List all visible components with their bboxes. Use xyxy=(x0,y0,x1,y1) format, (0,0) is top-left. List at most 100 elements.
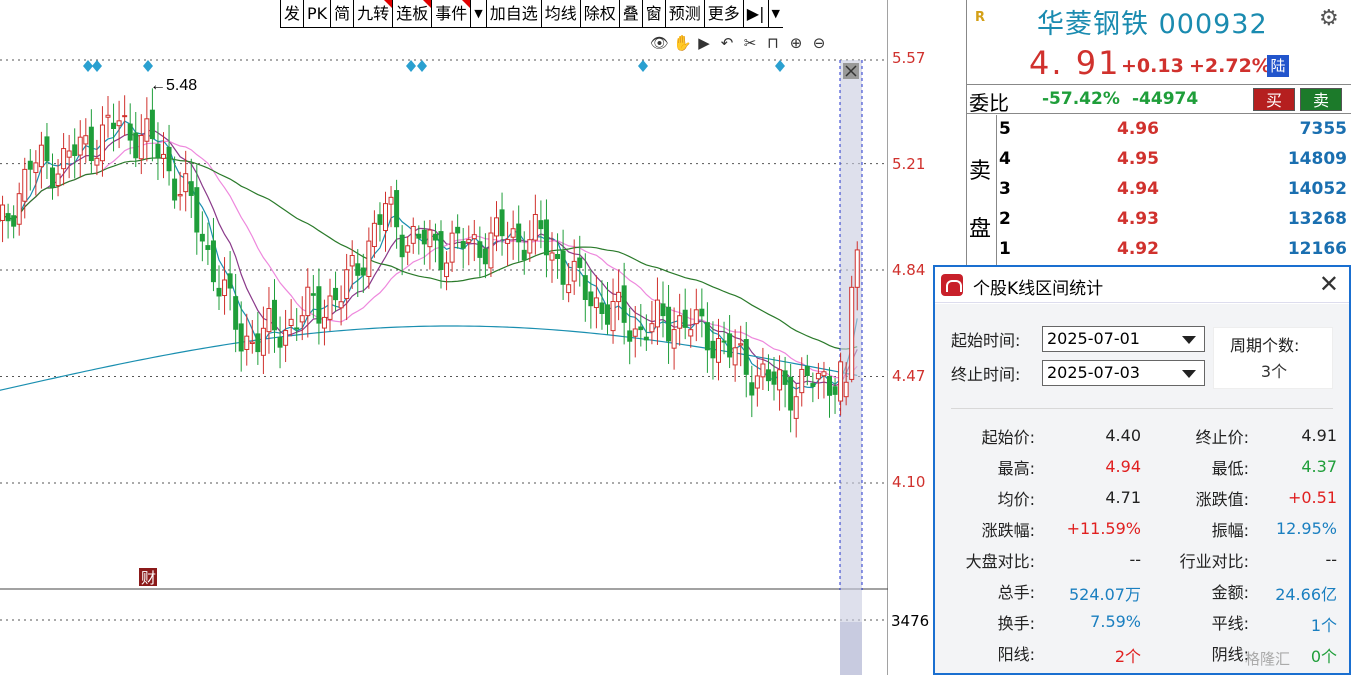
candle-body xyxy=(255,333,261,353)
event-diamond-marker xyxy=(143,60,153,72)
start-time-select[interactable]: 2025-07-01 xyxy=(1042,326,1205,352)
kline-svg[interactable]: ←5.48 财 xyxy=(0,0,888,675)
eye-icon[interactable]: 👁 xyxy=(650,33,669,53)
candle-body xyxy=(77,136,83,156)
event-diamond-marker xyxy=(406,60,416,72)
zoom-in-icon[interactable]: ⊕ xyxy=(788,33,804,53)
candle-body xyxy=(133,132,139,159)
gear-icon[interactable]: ⚙ xyxy=(1319,6,1339,31)
candle-body xyxy=(721,340,727,343)
candle-body xyxy=(33,162,39,174)
candle-body xyxy=(654,299,660,328)
candle-body xyxy=(688,329,694,337)
toolbar-button[interactable]: 连板 xyxy=(392,0,432,28)
close-icon[interactable]: ✕ xyxy=(1319,270,1339,298)
play-icon[interactable]: ▶ xyxy=(696,33,712,53)
ob-price: 4.95 xyxy=(1117,149,1159,169)
candle-body xyxy=(854,249,860,288)
stock-name: 华菱钢铁 000932 xyxy=(1037,9,1268,40)
candle-body xyxy=(94,157,100,166)
chevron-down-icon xyxy=(1182,336,1196,344)
candle-body xyxy=(555,253,561,260)
candle-body xyxy=(44,136,50,162)
toolbar-button[interactable]: 事件 xyxy=(431,0,471,28)
toolbar-button[interactable]: 九转 xyxy=(353,0,393,28)
candle-body xyxy=(183,173,189,193)
chart-toolbar: 发 PK 简九转 连板 事件 ▼ 加自选 均线 除权叠窗预测 更多 ▶| ▼ xyxy=(280,0,783,28)
kline-chart[interactable]: ←5.48 财 xyxy=(0,0,888,675)
candle-body xyxy=(238,323,244,352)
divider xyxy=(951,408,1333,409)
candle-body xyxy=(277,336,283,348)
candle-body xyxy=(366,240,372,277)
toolbar-button[interactable]: 预测 xyxy=(664,0,704,28)
buy-button[interactable]: 买 xyxy=(1253,88,1295,111)
scissors-icon[interactable]: ✂ xyxy=(742,33,758,53)
stat-value: +11.59% xyxy=(1066,519,1141,538)
toolbar-button[interactable]: 叠 xyxy=(618,0,642,28)
candle-body xyxy=(832,386,838,395)
candle-body xyxy=(22,168,28,202)
candle-body xyxy=(11,215,17,227)
candle-body xyxy=(166,146,172,172)
candle-body xyxy=(538,220,544,230)
stat-label: 最低: xyxy=(1211,459,1249,478)
candle-body xyxy=(227,273,233,289)
toolbar-button[interactable]: 更多 xyxy=(703,0,743,28)
candle-body xyxy=(338,301,344,309)
candle-body xyxy=(194,187,200,233)
undo-icon[interactable]: ↶ xyxy=(719,33,735,53)
toolbar-button[interactable]: 简 xyxy=(330,0,354,28)
dialog-body: 起始时间: 2025-07-01 终止时间: 2025-07-03 周期个数: … xyxy=(935,304,1349,673)
toolbar-button[interactable]: 加自选 xyxy=(485,0,541,28)
ob-price: 4.96 xyxy=(1117,119,1159,139)
candle-body xyxy=(510,228,516,238)
event-diamond-marker xyxy=(92,60,102,72)
hand-icon[interactable]: ✋ xyxy=(673,33,692,53)
candle-body xyxy=(610,300,616,332)
lock-icon[interactable]: ⊓ xyxy=(765,33,781,53)
candle-body xyxy=(316,286,322,324)
candle-body xyxy=(804,365,810,377)
collapse-panel-icon[interactable]: ▶| xyxy=(742,0,768,28)
candle-body xyxy=(105,114,111,118)
stat-value: -- xyxy=(1325,550,1337,569)
end-time-select[interactable]: 2025-07-03 xyxy=(1042,360,1205,386)
candle-body xyxy=(849,286,855,380)
sell-button[interactable]: 卖 xyxy=(1300,88,1342,111)
candle-body xyxy=(188,181,194,196)
candle-body xyxy=(5,213,11,222)
candle-body xyxy=(499,209,505,237)
stat-value: 4.37 xyxy=(1301,457,1337,476)
weibi-vol: -44974 xyxy=(1132,89,1199,109)
candle-body xyxy=(788,376,794,411)
candle-body xyxy=(155,143,161,158)
market-badge: 陆 xyxy=(1267,55,1289,77)
price-tick-label: 5.21 xyxy=(892,155,926,173)
toolbar-button[interactable]: 发 xyxy=(280,0,304,28)
candle-body xyxy=(616,291,622,303)
zoom-out-icon[interactable]: ⊖ xyxy=(811,33,827,53)
ob-volume: 13268 xyxy=(1287,209,1347,229)
candle-body xyxy=(765,369,771,382)
candle-body xyxy=(571,260,577,282)
stat-label: 总手: xyxy=(997,583,1035,602)
toolbar-button[interactable]: 均线 xyxy=(540,0,580,28)
candle-body xyxy=(588,291,594,307)
candle-body xyxy=(466,239,472,243)
candle-body xyxy=(399,234,405,258)
toolbar-button[interactable]: 除权 xyxy=(579,0,619,28)
toolbar-button[interactable]: 窗 xyxy=(641,0,665,28)
candle-body xyxy=(643,336,649,341)
price-change-pct: +2.72% xyxy=(1189,55,1271,77)
candle-body xyxy=(111,122,117,129)
candle-body xyxy=(727,333,733,358)
stat-value: +0.51 xyxy=(1287,488,1337,507)
toolbar-button[interactable]: PK xyxy=(303,0,331,28)
candle-body xyxy=(149,109,155,140)
candle-body xyxy=(177,194,183,197)
chevron-down-icon[interactable]: ▼ xyxy=(767,0,783,28)
candle-body xyxy=(294,327,300,330)
chevron-down-icon[interactable]: ▼ xyxy=(470,0,486,28)
stat-value: 24.66亿 xyxy=(1275,585,1337,604)
